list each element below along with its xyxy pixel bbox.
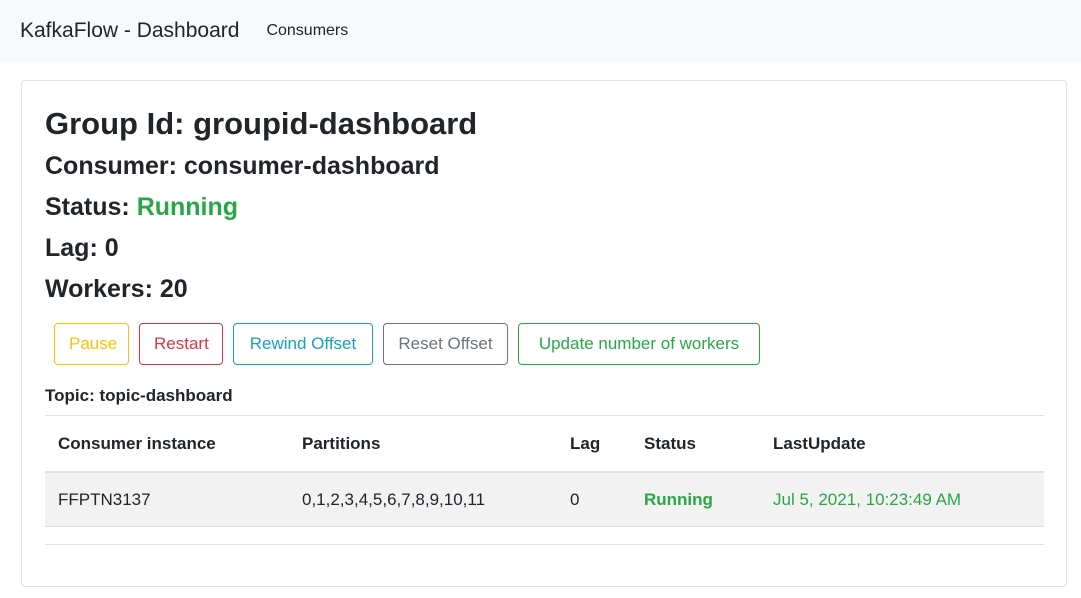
consumer-heading: Consumer: consumer-dashboard <box>45 152 440 180</box>
rewind-offset-button[interactable]: Rewind Offset <box>233 323 373 365</box>
cell-status: Running <box>631 472 760 527</box>
nav-link-consumers[interactable]: Consumers <box>266 22 348 40</box>
consumer-card: Group Id: groupid-dashboard Consumer: co… <box>21 80 1067 587</box>
table-bottom-divider <box>45 544 1044 545</box>
action-buttons: Pause Restart Rewind Offset Reset Offset… <box>54 323 760 365</box>
topic-name: topic-dashboard <box>99 386 233 405</box>
header-last-update: LastUpdate <box>760 415 1044 473</box>
workers-value: 20 <box>159 275 188 303</box>
status-heading: Status: Running <box>45 193 239 221</box>
lag-heading: Lag: 0 <box>45 234 119 262</box>
update-workers-button[interactable]: Update number of workers <box>518 323 760 365</box>
group-id-heading: Group Id: groupid-dashboard <box>45 106 478 141</box>
consumer-instances-table: Consumer instance Partitions Lag Status … <box>45 415 1044 527</box>
workers-heading: Workers: 20 <box>45 275 188 303</box>
header-consumer-instance: Consumer instance <box>45 415 289 473</box>
header-status: Status <box>631 415 760 473</box>
lag-value: 0 <box>104 234 119 262</box>
table-header-row: Consumer instance Partitions Lag Status … <box>45 415 1044 473</box>
group-id-value: groupid-dashboard <box>193 106 478 141</box>
brand-title[interactable]: KafkaFlow - Dashboard <box>20 19 239 43</box>
restart-button[interactable]: Restart <box>139 323 223 365</box>
cell-lag: 0 <box>557 472 631 527</box>
cell-partitions: 0,1,2,3,4,5,6,7,8,9,10,11 <box>289 472 557 527</box>
header-lag: Lag <box>557 415 631 473</box>
consumer-name-value: consumer-dashboard <box>183 152 440 180</box>
cell-last-update: Jul 5, 2021, 10:23:49 AM <box>760 472 1044 527</box>
status-value: Running <box>136 193 239 221</box>
table-row: FFPTN3137 0,1,2,3,4,5,6,7,8,9,10,11 0 Ru… <box>45 472 1044 527</box>
reset-offset-button[interactable]: Reset Offset <box>383 323 508 365</box>
cell-consumer-instance: FFPTN3137 <box>45 472 289 527</box>
topic-heading: Topic: topic-dashboard <box>45 386 233 405</box>
navbar: KafkaFlow - Dashboard Consumers <box>0 0 1081 62</box>
pause-button[interactable]: Pause <box>54 323 129 365</box>
header-partitions: Partitions <box>289 415 557 473</box>
